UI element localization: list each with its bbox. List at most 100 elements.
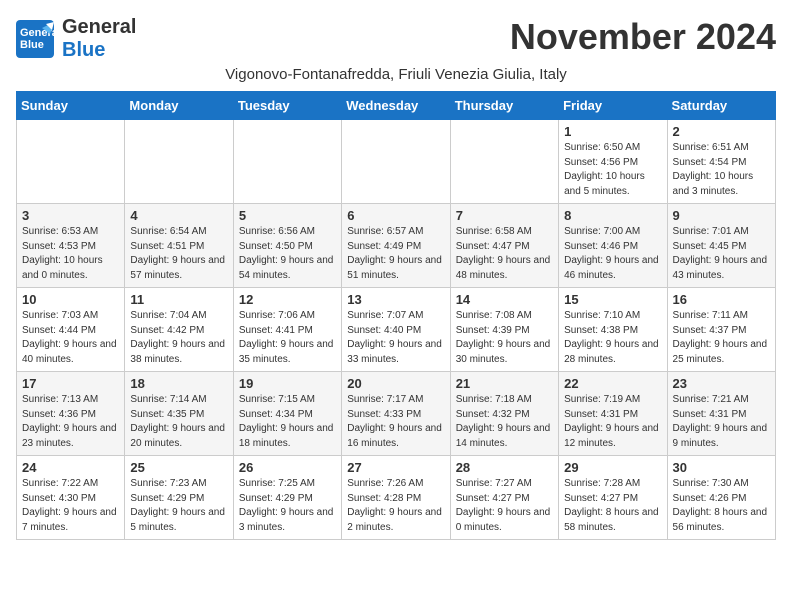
day-info: Sunrise: 7:14 AM Sunset: 4:35 PM Dayligh… — [130, 393, 227, 451]
day-info: Sunrise: 7:06 AM Sunset: 4:41 PM Dayligh… — [239, 309, 336, 367]
calendar-cell: 17 Sunrise: 7:13 AM Sunset: 4:36 PM Dayli… — [17, 372, 125, 456]
day-number: 20 — [347, 376, 444, 391]
day-number: 27 — [347, 460, 444, 475]
weekday-header-monday: Monday — [125, 92, 233, 120]
logo-icon: General Blue — [16, 20, 54, 58]
calendar-cell: 11 Sunrise: 7:04 AM Sunset: 4:42 PM Dayli… — [125, 288, 233, 372]
calendar-cell: 15 Sunrise: 7:10 AM Sunset: 4:38 PM Dayli… — [559, 288, 667, 372]
calendar-cell: 19Sunrise: 7:15 AM Sunset: 4:34 PM Dayli… — [233, 372, 341, 456]
calendar-cell: 9 Sunrise: 7:01 AM Sunset: 4:45 PM Daylig… — [667, 204, 775, 288]
day-info: Sunrise: 7:08 AM Sunset: 4:39 PM Dayligh… — [456, 309, 553, 367]
day-info: Sunrise: 7:03 AM Sunset: 4:44 PM Dayligh… — [22, 309, 119, 367]
calendar-cell — [450, 120, 558, 204]
day-info: Sunrise: 7:19 AM Sunset: 4:31 PM Dayligh… — [564, 393, 661, 451]
day-info: Sunrise: 7:01 AM Sunset: 4:45 PM Dayligh… — [673, 225, 770, 283]
day-info: Sunrise: 7:22 AM Sunset: 4:30 PM Dayligh… — [22, 477, 119, 535]
day-number: 25 — [130, 460, 227, 475]
calendar-cell: 20 Sunrise: 7:17 AM Sunset: 4:33 PM Dayli… — [342, 372, 450, 456]
logo-general: General — [62, 16, 136, 38]
svg-text:Blue: Blue — [20, 39, 44, 51]
calendar-cell: 16 Sunrise: 7:11 AM Sunset: 4:37 PM Dayli… — [667, 288, 775, 372]
calendar-cell: 26 Sunrise: 7:25 AM Sunset: 4:29 PM Dayli… — [233, 456, 341, 540]
weekday-header-saturday: Saturday — [667, 92, 775, 120]
day-number: 29 — [564, 460, 661, 475]
day-info: Sunrise: 7:28 AM Sunset: 4:27 PM Dayligh… — [564, 477, 661, 535]
calendar-cell — [17, 120, 125, 204]
calendar-cell: 21Sunrise: 7:18 AM Sunset: 4:32 PM Dayli… — [450, 372, 558, 456]
day-info: Sunrise: 7:30 AM Sunset: 4:26 PM Dayligh… — [673, 477, 770, 535]
weekday-header-friday: Friday — [559, 92, 667, 120]
calendar-cell: 29 Sunrise: 7:28 AM Sunset: 4:27 PM Dayli… — [559, 456, 667, 540]
weekday-header-wednesday: Wednesday — [342, 92, 450, 120]
day-info: Sunrise: 7:26 AM Sunset: 4:28 PM Dayligh… — [347, 477, 444, 535]
day-info: Sunrise: 6:54 AM Sunset: 4:51 PM Dayligh… — [130, 225, 227, 283]
day-info: Sunrise: 7:21 AM Sunset: 4:31 PM Dayligh… — [673, 393, 770, 451]
day-info: Sunrise: 7:18 AM Sunset: 4:32 PM Dayligh… — [456, 393, 553, 451]
calendar-cell: 3 Sunrise: 6:53 AM Sunset: 4:53 PM Daylig… — [17, 204, 125, 288]
day-number: 24 — [22, 460, 119, 475]
calendar-cell: 14 Sunrise: 7:08 AM Sunset: 4:39 PM Dayli… — [450, 288, 558, 372]
day-info: Sunrise: 7:07 AM Sunset: 4:40 PM Dayligh… — [347, 309, 444, 367]
day-info: Sunrise: 6:50 AM Sunset: 4:56 PM Dayligh… — [564, 141, 661, 199]
day-number: 17 — [22, 376, 119, 391]
calendar-cell: 12 Sunrise: 7:06 AM Sunset: 4:41 PM Dayli… — [233, 288, 341, 372]
day-info: Sunrise: 7:17 AM Sunset: 4:33 PM Dayligh… — [347, 393, 444, 451]
logo-blue: Blue — [62, 39, 105, 61]
day-number: 5 — [239, 208, 336, 223]
calendar-cell: 4Sunrise: 6:54 AM Sunset: 4:51 PM Daylig… — [125, 204, 233, 288]
calendar-cell — [125, 120, 233, 204]
calendar-cell: 28Sunrise: 7:27 AM Sunset: 4:27 PM Dayli… — [450, 456, 558, 540]
calendar-cell: 25 Sunrise: 7:23 AM Sunset: 4:29 PM Dayli… — [125, 456, 233, 540]
calendar-table: SundayMondayTuesdayWednesdayThursdayFrid… — [16, 91, 776, 540]
day-number: 13 — [347, 292, 444, 307]
day-info: Sunrise: 7:13 AM Sunset: 4:36 PM Dayligh… — [22, 393, 119, 451]
page-header: General Blue General Blue November 2024 — [16, 16, 776, 62]
day-info: Sunrise: 6:56 AM Sunset: 4:50 PM Dayligh… — [239, 225, 336, 283]
day-info: Sunrise: 7:11 AM Sunset: 4:37 PM Dayligh… — [673, 309, 770, 367]
day-number: 14 — [456, 292, 553, 307]
calendar-cell — [233, 120, 341, 204]
calendar-cell: 18 Sunrise: 7:14 AM Sunset: 4:35 PM Dayli… — [125, 372, 233, 456]
logo: General Blue General Blue — [16, 16, 136, 62]
day-info: Sunrise: 6:57 AM Sunset: 4:49 PM Dayligh… — [347, 225, 444, 283]
day-number: 8 — [564, 208, 661, 223]
day-number: 11 — [130, 292, 227, 307]
weekday-header-thursday: Thursday — [450, 92, 558, 120]
calendar-cell: 6 Sunrise: 6:57 AM Sunset: 4:49 PM Daylig… — [342, 204, 450, 288]
day-number: 3 — [22, 208, 119, 223]
day-info: Sunrise: 6:53 AM Sunset: 4:53 PM Dayligh… — [22, 225, 119, 283]
day-info: Sunrise: 7:23 AM Sunset: 4:29 PM Dayligh… — [130, 477, 227, 535]
calendar-cell: 7Sunrise: 6:58 AM Sunset: 4:47 PM Daylig… — [450, 204, 558, 288]
day-number: 12 — [239, 292, 336, 307]
day-number: 15 — [564, 292, 661, 307]
day-info: Sunrise: 7:10 AM Sunset: 4:38 PM Dayligh… — [564, 309, 661, 367]
location-title: Vigonovo-Fontanafredda, Friuli Venezia G… — [16, 66, 776, 83]
calendar-cell: 30 Sunrise: 7:30 AM Sunset: 4:26 PM Dayli… — [667, 456, 775, 540]
calendar-cell: 2Sunrise: 6:51 AM Sunset: 4:54 PM Daylig… — [667, 120, 775, 204]
calendar-cell: 10 Sunrise: 7:03 AM Sunset: 4:44 PM Dayli… — [17, 288, 125, 372]
day-number: 10 — [22, 292, 119, 307]
day-number: 26 — [239, 460, 336, 475]
day-number: 16 — [673, 292, 770, 307]
day-info: Sunrise: 6:51 AM Sunset: 4:54 PM Dayligh… — [673, 141, 770, 199]
day-number: 22 — [564, 376, 661, 391]
day-number: 9 — [673, 208, 770, 223]
day-number: 30 — [673, 460, 770, 475]
day-info: Sunrise: 6:58 AM Sunset: 4:47 PM Dayligh… — [456, 225, 553, 283]
day-number: 1 — [564, 124, 661, 139]
weekday-header-tuesday: Tuesday — [233, 92, 341, 120]
day-info: Sunrise: 7:25 AM Sunset: 4:29 PM Dayligh… — [239, 477, 336, 535]
calendar-cell: 27 Sunrise: 7:26 AM Sunset: 4:28 PM Dayli… — [342, 456, 450, 540]
month-title: November 2024 — [510, 16, 776, 58]
day-number: 28 — [456, 460, 553, 475]
day-number: 19 — [239, 376, 336, 391]
weekday-header-sunday: Sunday — [17, 92, 125, 120]
day-number: 6 — [347, 208, 444, 223]
day-number: 23 — [673, 376, 770, 391]
day-info: Sunrise: 7:00 AM Sunset: 4:46 PM Dayligh… — [564, 225, 661, 283]
day-info: Sunrise: 7:04 AM Sunset: 4:42 PM Dayligh… — [130, 309, 227, 367]
calendar-cell: 22 Sunrise: 7:19 AM Sunset: 4:31 PM Dayli… — [559, 372, 667, 456]
calendar-cell: 8 Sunrise: 7:00 AM Sunset: 4:46 PM Daylig… — [559, 204, 667, 288]
day-number: 18 — [130, 376, 227, 391]
calendar-cell: 1 Sunrise: 6:50 AM Sunset: 4:56 PM Daylig… — [559, 120, 667, 204]
